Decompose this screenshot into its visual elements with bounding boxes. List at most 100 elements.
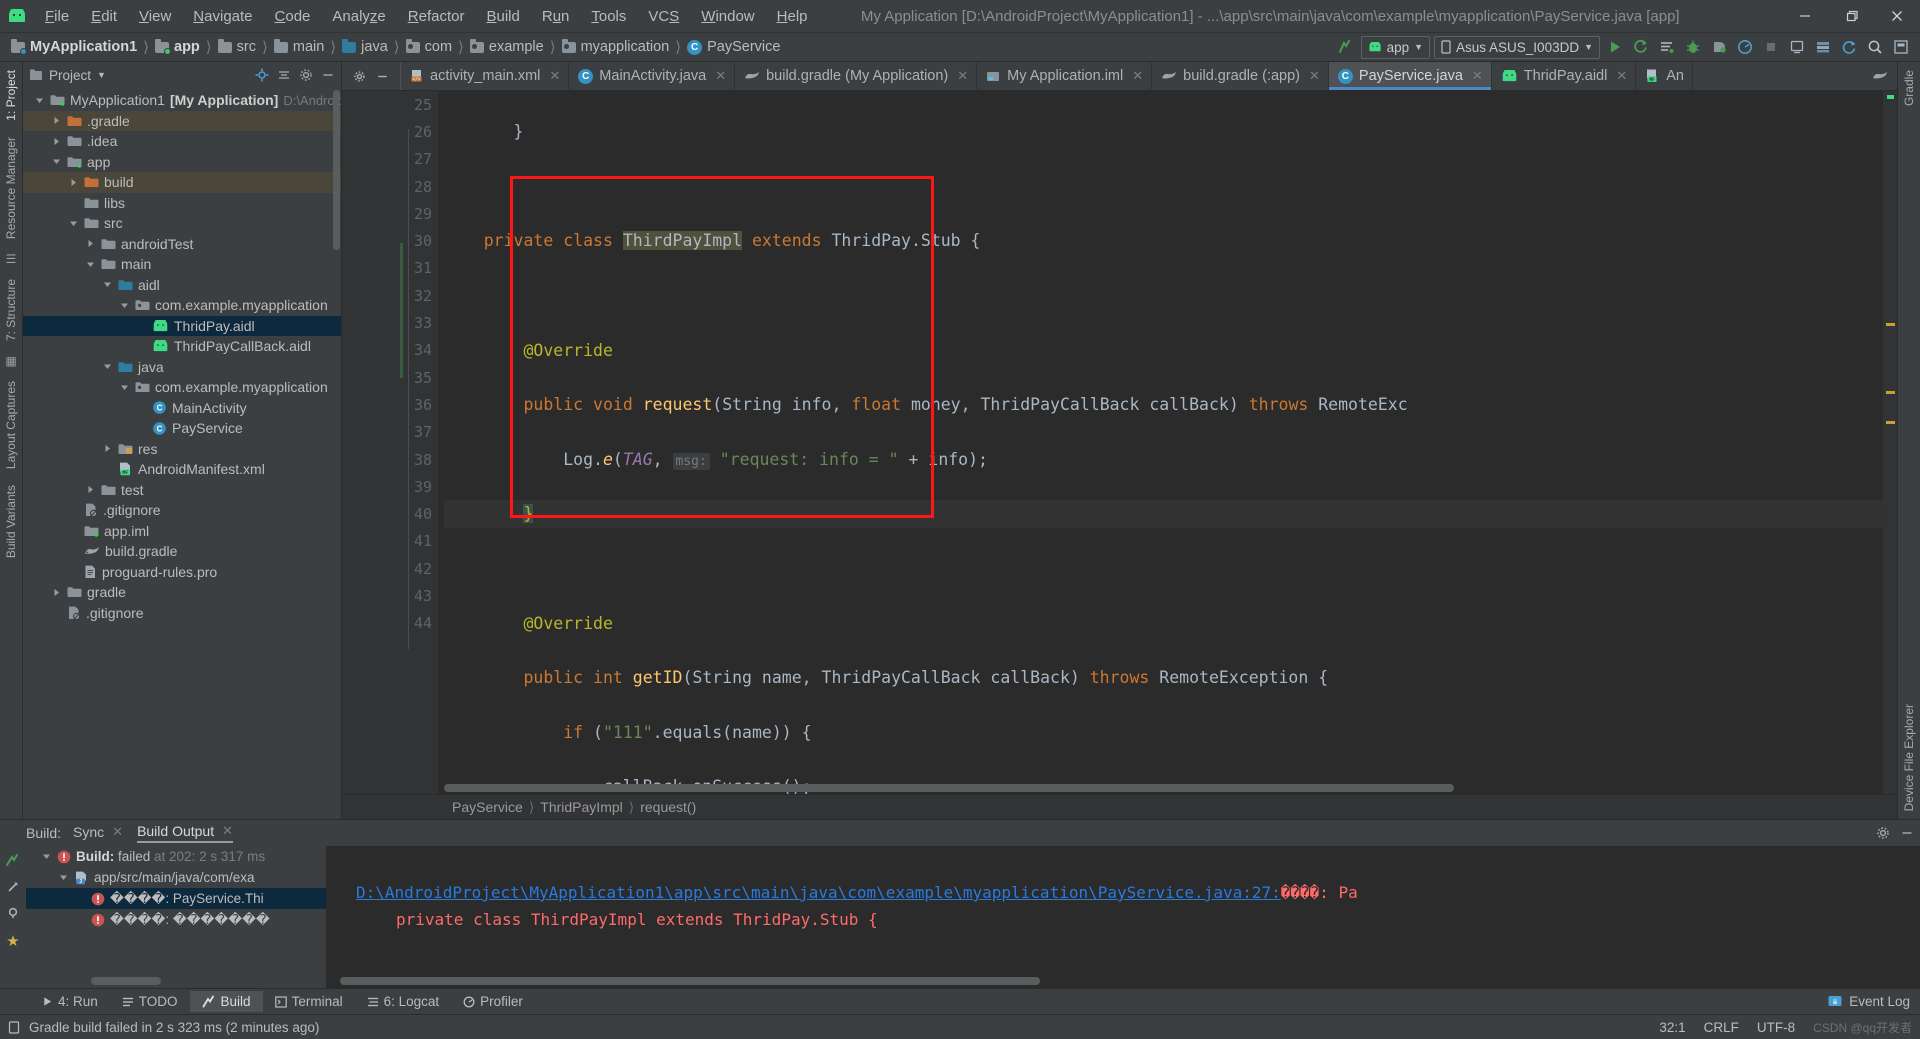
tree-item-test[interactable]: test <box>23 480 341 501</box>
chevron-down-icon[interactable] <box>119 382 130 393</box>
gutter-line[interactable]: 25 <box>342 91 438 118</box>
gutter-line[interactable]: O↑30 <box>342 227 438 254</box>
tree-item-thridpaycallback-aidl[interactable]: ThridPayCallBack.aidl <box>23 336 341 357</box>
menu-run[interactable]: Run <box>531 5 581 28</box>
tree-item-idea[interactable]: .idea <box>23 131 341 152</box>
project-tree-scrollbar[interactable] <box>333 90 340 250</box>
editor-gutter[interactable]: 2526272829O↑3031323334O↑3536373839404142… <box>342 91 438 794</box>
chevron-right-icon[interactable] <box>102 443 113 454</box>
close-icon[interactable]: ✕ <box>1309 68 1320 84</box>
chevron-right-icon[interactable] <box>51 587 62 598</box>
chevron-down-icon[interactable] <box>119 300 130 311</box>
locate-icon[interactable] <box>255 68 269 82</box>
tree-item-payservice[interactable]: CPayService <box>23 418 341 439</box>
breadcrumb-item-project[interactable]: MyApplication1 <box>8 39 140 55</box>
tree-item-libs[interactable]: libs <box>23 193 341 214</box>
tab-my-application-iml[interactable]: My Application.iml ✕ <box>977 62 1152 90</box>
tree-item-androidtest[interactable]: androidTest <box>23 234 341 255</box>
chevron-down-icon[interactable] <box>102 279 113 290</box>
close-icon[interactable]: ✕ <box>1472 68 1483 84</box>
menu-code[interactable]: Code <box>264 5 322 28</box>
gutter-line[interactable]: 41 <box>342 528 438 555</box>
menu-view[interactable]: View <box>128 5 182 28</box>
tool-window-resource-manager[interactable]: Resource Manager <box>2 129 20 247</box>
event-log-button[interactable]: ≣ Event Log <box>1828 994 1920 1009</box>
build-output-tree[interactable]: Build: failed at 202: 2 s 317 msJapp/src… <box>26 846 326 988</box>
collapse-all-icon[interactable] <box>277 68 291 82</box>
breadcrumb-item-myapplication[interactable]: myapplication <box>559 39 673 55</box>
chevron-down-icon[interactable] <box>41 851 52 862</box>
tree-item-gradle[interactable]: gradle <box>23 582 341 603</box>
chevron-right-icon[interactable] <box>85 484 96 495</box>
menu-navigate[interactable]: Navigate <box>182 5 263 28</box>
gutter-line[interactable]: 32 <box>342 282 438 309</box>
menu-build[interactable]: Build <box>475 5 530 28</box>
attach-debugger-icon[interactable] <box>1708 36 1730 58</box>
sdk-manager-icon[interactable] <box>1812 36 1834 58</box>
sync-gradle-icon[interactable] <box>1838 36 1860 58</box>
chevron-down-icon[interactable] <box>34 95 45 106</box>
bottom-tab-run[interactable]: 4: Run <box>30 991 110 1012</box>
tool-window-project[interactable]: 1: Project <box>2 62 20 129</box>
gutter-line[interactable]: 28 <box>342 173 438 200</box>
build-console[interactable]: D:\AndroidProject\MyApplication1\app\src… <box>326 846 1920 988</box>
tree-item-com-example-myapplication[interactable]: com.example.myapplication <box>23 377 341 398</box>
tree-item-app-iml[interactable]: app.iml <box>23 521 341 542</box>
chevron-down-icon[interactable] <box>51 156 62 167</box>
pin-icon[interactable] <box>6 880 20 894</box>
editor-tab-overflow[interactable] <box>1863 62 1897 90</box>
gutter-line[interactable]: 38 <box>342 446 438 473</box>
star-icon[interactable]: ★ <box>6 932 19 950</box>
tree-item-java[interactable]: java <box>23 357 341 378</box>
tool-window-structure[interactable]: 7: Structure <box>2 271 20 349</box>
gutter-line[interactable]: 39 <box>342 473 438 500</box>
tree-item-thridpay-aidl[interactable]: ThridPay.aidl <box>23 316 341 337</box>
tree-item-app[interactable]: app <box>23 152 341 173</box>
tool-window-layout-captures[interactable]: Layout Captures <box>2 373 20 477</box>
build-tree-row[interactable]: Build: failed at 202: 2 s 317 ms <box>26 846 326 867</box>
gutter-line[interactable]: 33 <box>342 309 438 336</box>
editor-horizontal-scrollbar[interactable] <box>444 784 1454 792</box>
avd-manager-icon[interactable] <box>1786 36 1808 58</box>
tab-build-gradle-my-application[interactable]: build.gradle (My Application) ✕ <box>735 62 977 90</box>
menu-tools[interactable]: Tools <box>580 5 637 28</box>
apply-changes-icon[interactable] <box>1630 36 1652 58</box>
tree-item-build[interactable]: build <box>23 172 341 193</box>
run-configuration-selector[interactable]: app ▼ <box>1361 36 1430 59</box>
tree-item-gitignore[interactable]: .gitignore <box>23 500 341 521</box>
breadcrumb-item-payservice[interactable]: C PayService <box>684 39 783 55</box>
chevron-down-icon[interactable] <box>102 361 113 372</box>
hide-icon[interactable] <box>376 70 389 83</box>
tree-item-aidl[interactable]: aidl <box>23 275 341 296</box>
breadcrumb-item-com[interactable]: com <box>403 39 455 55</box>
bottom-tab-logcat[interactable]: 6: Logcat <box>355 991 452 1012</box>
tab-activity-main-xml[interactable]: </> activity_main.xml ✕ <box>401 62 569 90</box>
build-tree-row[interactable]: ����: PayService.Thi <box>26 888 326 909</box>
gear-icon[interactable] <box>299 68 313 82</box>
minimize-icon[interactable] <box>1900 826 1914 840</box>
bottom-tab-todo[interactable]: TODO <box>110 991 190 1012</box>
close-icon[interactable]: ✕ <box>549 68 560 84</box>
bottom-tab-build[interactable]: Build <box>190 991 263 1012</box>
project-tree[interactable]: MyApplication1 [My Application] D:\Andro… <box>23 88 341 819</box>
tab-thridpay-aidl[interactable]: ThridPay.aidl ✕ <box>1492 62 1636 90</box>
menu-window[interactable]: Window <box>690 5 765 28</box>
breadcrumb-item-src[interactable]: src <box>215 39 259 55</box>
build-hammer-icon[interactable] <box>5 852 21 868</box>
tool-window-device-file-explorer[interactable]: Device File Explorer <box>1900 696 1918 819</box>
menu-refactor[interactable]: Refactor <box>397 5 476 28</box>
menu-file[interactable]: File <box>34 5 80 28</box>
breadcrumb-item-main[interactable]: main <box>271 39 327 55</box>
code-editor[interactable]: 2526272829O↑3031323334O↑3536373839404142… <box>342 91 1897 794</box>
tree-item-res[interactable]: res <box>23 439 341 460</box>
breadcrumb-item-app[interactable]: app <box>152 39 203 55</box>
close-icon[interactable]: ✕ <box>222 823 233 839</box>
code-content[interactable]: } private class ThirdPayImpl extends Thr… <box>438 91 1883 794</box>
tree-item-main[interactable]: main <box>23 254 341 275</box>
run-icon[interactable] <box>1604 36 1626 58</box>
debug-icon[interactable] <box>1682 36 1704 58</box>
gutter-line[interactable]: 34 <box>342 337 438 364</box>
bottom-tab-terminal[interactable]: Terminal <box>263 991 355 1012</box>
editor-marker-bar[interactable] <box>1883 91 1897 794</box>
build-tree-row[interactable]: Japp/src/main/java/com/exa <box>26 867 326 888</box>
